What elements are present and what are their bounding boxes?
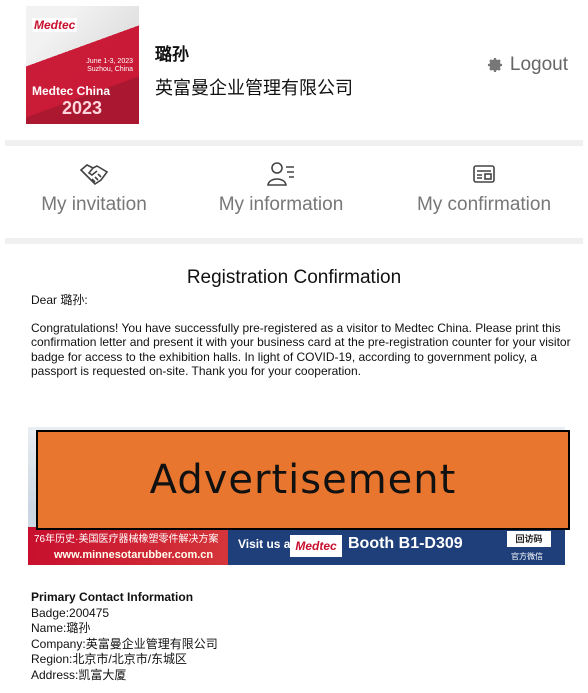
confirmation-card-icon	[473, 165, 495, 183]
handshake-icon	[79, 164, 109, 186]
logo-dates-line1: June 1-3, 2023	[86, 58, 133, 65]
tab-my-confirmation[interactable]: My confirmation	[406, 160, 562, 216]
logo-brand: Medtec	[32, 18, 78, 32]
tab-label: My confirmation	[416, 194, 552, 215]
gear-icon	[487, 57, 502, 73]
logout-label: Logout	[509, 54, 568, 75]
logout-button[interactable]: Logout	[486, 54, 568, 76]
tab-label: My information	[218, 194, 344, 215]
primary-contact-info: Primary Contact Information Badge:200475…	[31, 590, 218, 683]
contact-badge: Badge:200475	[31, 605, 110, 620]
tab-bar: My invitation My information My confirma…	[0, 160, 588, 230]
event-logo: Medtec June 1-3, 2023 Suzhou, China Medt…	[26, 6, 139, 124]
user-list-icon	[267, 162, 294, 186]
logo-dates-line2: Suzhou, China	[87, 66, 133, 73]
contact-heading: Primary Contact Information	[31, 590, 194, 604]
banner-booth: Booth B1-D309	[348, 535, 463, 552]
banner-qr-code: 回访码	[507, 531, 551, 547]
contact-name: Name:璐孙	[31, 621, 91, 635]
logo-year: 2023	[62, 98, 103, 118]
divider	[5, 140, 583, 146]
tab-label: My invitation	[41, 194, 147, 215]
contact-region: Region:北京市/北京市/东城区	[31, 652, 188, 666]
logo-event-name: Medtec China	[32, 84, 111, 98]
letter-body: Congratulations! You have successfully p…	[31, 321, 571, 379]
tab-my-information[interactable]: My information	[208, 160, 354, 216]
profile-header: Medtec June 1-3, 2023 Suzhou, China Medt…	[0, 0, 588, 140]
letter-greeting: Dear 璐孙:	[31, 293, 88, 307]
logo-dates: June 1-3, 2023 Suzhou, China	[86, 58, 133, 74]
tab-my-invitation[interactable]: My invitation	[30, 160, 158, 216]
user-name: 璐孙	[155, 45, 189, 64]
banner-slogan: 76年历史·美国医疗器械橡塑零件解决方案	[34, 534, 219, 545]
banner-visit: Visit us at	[238, 537, 295, 551]
advertisement-overlay: Advertisement	[36, 430, 570, 530]
page-title: Registration Confirmation	[186, 267, 402, 288]
banner-wechat-label: 官方微信	[511, 552, 543, 561]
contact-address: Address:凯富大厦	[31, 667, 127, 682]
user-company: 英富曼企业管理有限公司	[155, 78, 353, 98]
divider	[5, 238, 583, 244]
banner-medtec-logo: Medtec	[290, 535, 342, 557]
banner-url: www.minnesotarubber.com.cn	[54, 549, 214, 561]
contact-company: Company:英富曼企业管理有限公司	[31, 636, 218, 651]
